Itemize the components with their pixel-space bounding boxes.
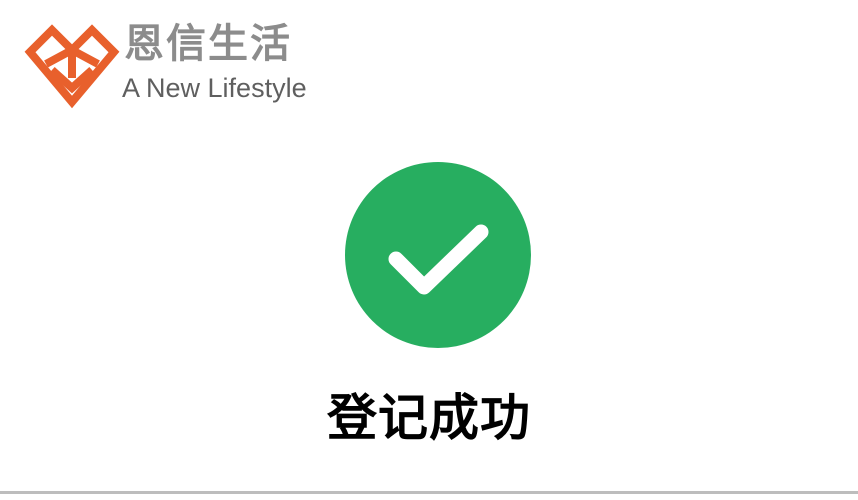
- brand-logo: 恩信生活 A New Lifestyle: [22, 18, 312, 110]
- brand-name: 恩信生活: [124, 21, 292, 67]
- brand-tagline: A New Lifestyle: [122, 73, 307, 103]
- enxin-diamond-logo-icon: [24, 24, 120, 109]
- success-message: 登记成功: [327, 389, 531, 447]
- check-circle-icon: [345, 162, 531, 348]
- bottom-divider: [0, 491, 858, 494]
